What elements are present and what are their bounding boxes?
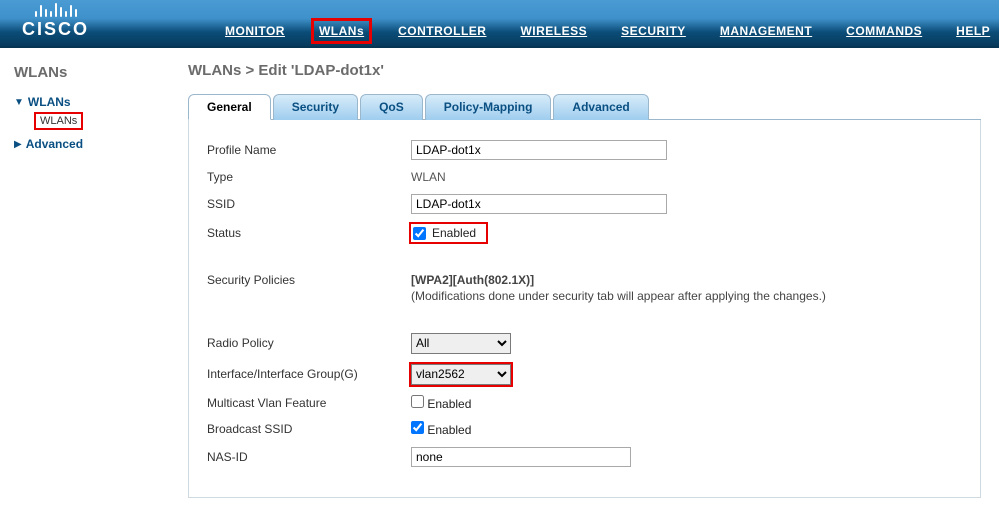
sidebar-sub-wlans[interactable]: WLANs <box>36 114 81 128</box>
primary-nav: MONITOR WLANs CONTROLLER WIRELESS SECURI… <box>219 20 999 42</box>
nav-controller[interactable]: CONTROLLER <box>392 20 492 42</box>
tab-security[interactable]: Security <box>273 94 358 120</box>
broadcast-ssid-label: Broadcast SSID <box>207 422 411 436</box>
interface-label: Interface/Interface Group(G) <box>207 367 411 381</box>
status-text: Enabled <box>432 226 476 240</box>
tab-qos[interactable]: QoS <box>360 94 423 120</box>
security-policies-label: Security Policies <box>207 273 411 287</box>
row-ssid: SSID <box>207 194 962 214</box>
nav-commands[interactable]: COMMANDS <box>840 20 928 42</box>
main-area: WLANs ▼ WLANs WLANs ▶ Advanced WLANs > E… <box>0 48 999 512</box>
type-label: Type <box>207 170 411 184</box>
radio-policy-select[interactable]: All <box>411 333 511 354</box>
row-profile-name: Profile Name <box>207 140 962 160</box>
profile-name-label: Profile Name <box>207 143 411 157</box>
security-policies-note: (Modifications done under security tab w… <box>411 289 826 303</box>
sidebar-sub: WLANs <box>36 113 160 127</box>
cisco-logo-bars <box>35 0 77 17</box>
general-panel: Profile Name Type WLAN SSID Status <box>188 120 981 498</box>
cisco-logo: CISCO <box>22 0 89 40</box>
nav-management[interactable]: MANAGEMENT <box>714 20 818 42</box>
sidebar-item-label: Advanced <box>26 137 83 151</box>
row-type: Type WLAN <box>207 170 962 184</box>
tab-advanced[interactable]: Advanced <box>553 94 648 120</box>
radio-policy-label: Radio Policy <box>207 336 411 350</box>
status-label: Status <box>207 226 411 240</box>
multicast-label: Multicast Vlan Feature <box>207 396 411 410</box>
nasid-label: NAS-ID <box>207 450 411 464</box>
nasid-input[interactable] <box>411 447 631 467</box>
top-navigation-bar: CISCO MONITOR WLANs CONTROLLER WIRELESS … <box>0 0 999 48</box>
ssid-label: SSID <box>207 197 411 211</box>
nav-wireless[interactable]: WIRELESS <box>514 20 593 42</box>
status-checkbox[interactable] <box>413 227 426 240</box>
ssid-input[interactable] <box>411 194 667 214</box>
row-nasid: NAS-ID <box>207 447 962 467</box>
security-policies-value: [WPA2][Auth(802.1X)] <box>411 273 826 287</box>
caret-right-icon: ▶ <box>14 139 22 150</box>
row-status: Status Enabled <box>207 224 962 243</box>
sidebar: WLANs ▼ WLANs WLANs ▶ Advanced <box>0 48 170 512</box>
sidebar-title: WLANs <box>14 64 160 81</box>
row-radio-policy: Radio Policy All <box>207 333 962 354</box>
nav-help[interactable]: HELP <box>950 20 996 42</box>
multicast-checkbox[interactable] <box>411 395 424 408</box>
tab-policy[interactable]: Policy-Mapping <box>425 94 552 120</box>
tabset: General Security QoS Policy-Mapping Adva… <box>188 93 981 120</box>
profile-name-input[interactable] <box>411 140 667 160</box>
nav-monitor[interactable]: MONITOR <box>219 20 291 42</box>
type-value: WLAN <box>411 170 446 184</box>
interface-select[interactable]: vlan2562 <box>411 364 511 385</box>
row-broadcast-ssid: Broadcast SSID Enabled <box>207 421 962 437</box>
nav-security[interactable]: SECURITY <box>615 20 692 42</box>
row-interface: Interface/Interface Group(G) vlan2562 <box>207 364 962 385</box>
status-cell: Enabled <box>411 224 486 242</box>
broadcast-ssid-text: Enabled <box>427 423 471 437</box>
content: WLANs > Edit 'LDAP-dot1x' General Securi… <box>170 48 999 512</box>
tab-general[interactable]: General <box>188 94 271 120</box>
caret-down-icon: ▼ <box>14 97 24 108</box>
sidebar-item-wlans[interactable]: ▼ WLANs <box>14 95 160 109</box>
sidebar-item-label: WLANs <box>28 95 71 109</box>
sidebar-item-advanced[interactable]: ▶ Advanced <box>14 137 160 151</box>
nav-wlans[interactable]: WLANs <box>313 20 370 42</box>
row-multicast: Multicast Vlan Feature Enabled <box>207 395 962 411</box>
broadcast-ssid-checkbox[interactable] <box>411 421 424 434</box>
brand-text: CISCO <box>22 19 89 40</box>
breadcrumb: WLANs > Edit 'LDAP-dot1x' <box>188 62 981 79</box>
row-security-policies: Security Policies [WPA2][Auth(802.1X)] (… <box>207 273 962 303</box>
multicast-text: Enabled <box>427 397 471 411</box>
